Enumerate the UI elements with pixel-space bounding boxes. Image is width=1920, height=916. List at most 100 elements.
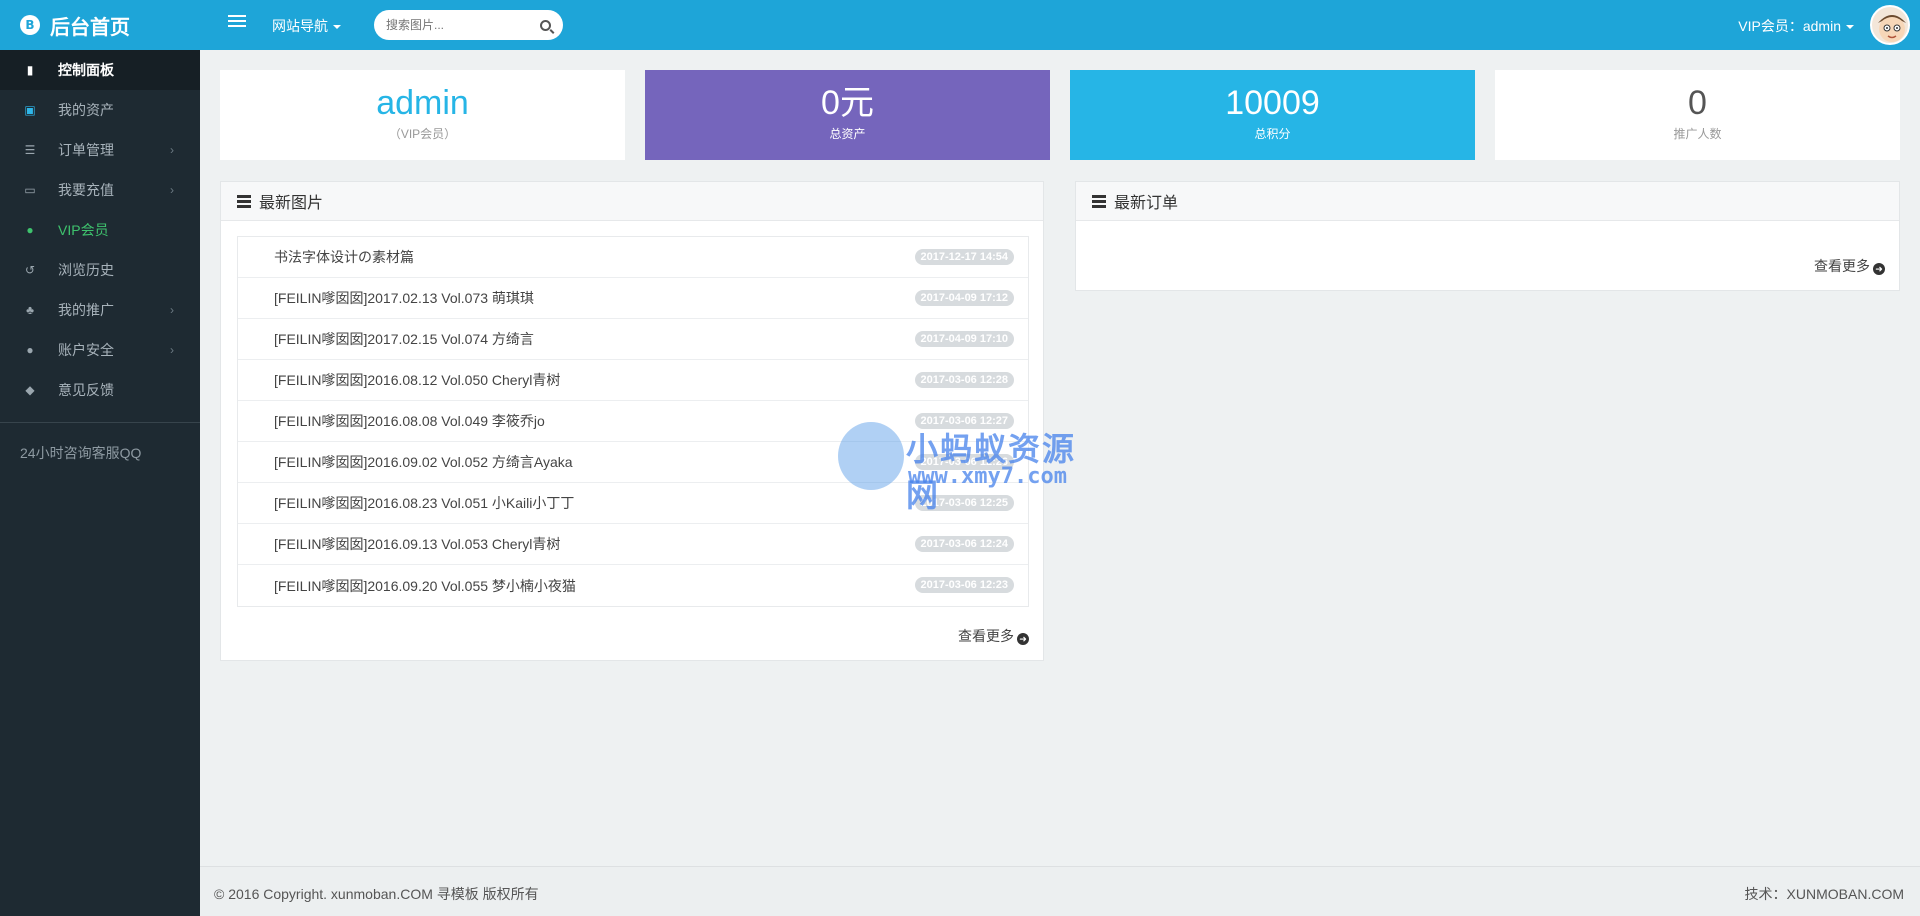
sidebar-item-label: 浏览历史 xyxy=(58,262,114,278)
sidebar-item-label: 我的推广 xyxy=(58,302,114,318)
view-more-link[interactable]: 查看更多 ➜ xyxy=(958,626,1029,646)
footer-tech: 技术：XUNMOBAN.COM xyxy=(1744,886,1904,902)
list-icon xyxy=(237,193,251,210)
stat-card-points: 10009 总积分 xyxy=(1070,70,1475,160)
arrow-circle-right-icon: ➜ xyxy=(1873,263,1885,275)
list-item[interactable]: [FEILIN嗲囡囡]2016.08.12 Vol.050 Cheryl青树 20… xyxy=(238,360,1028,401)
brand-logo[interactable]: B 后台首页 xyxy=(0,0,200,50)
stat-label: 推广人数 xyxy=(1673,127,1722,141)
item-title: [FEILIN嗲囡囡]2016.09.02 Vol.052 方绮言Ayaka xyxy=(274,454,573,470)
qq-support-link[interactable]: 24小时咨询客服QQ xyxy=(0,423,200,463)
user-label: VIP会员：admin xyxy=(1738,18,1841,34)
item-title: [FEILIN嗲囡囡]2016.08.12 Vol.050 Cheryl青树 xyxy=(274,372,561,388)
list-item[interactable]: 书法字体设计の素材篇 2017-12-17 14:54 xyxy=(238,237,1028,278)
list-icon xyxy=(1092,193,1106,210)
footer: © 2016 Copyright. xunmoban.COM 寻模板 版权所有 … xyxy=(200,866,1920,916)
panel-title: 最新订单 xyxy=(1114,195,1179,212)
avatar[interactable] xyxy=(1870,5,1910,45)
stat-label: 总资产 xyxy=(829,127,866,141)
sidebar-item-label: 我要充值 xyxy=(58,182,114,198)
list-item[interactable]: [FEILIN嗲囡囡]2016.09.02 Vol.052 方绮言Ayaka 20… xyxy=(238,442,1028,483)
sidebar-item-label: VIP会员 xyxy=(58,222,109,238)
image-list: 书法字体设计の素材篇 2017-12-17 14:54 [FEILIN嗲囡囡]20… xyxy=(237,236,1029,607)
time-badge: 2017-03-06 12:23 xyxy=(914,577,1014,593)
sidebar-item-promotion[interactable]: ♣ 我的推广 › xyxy=(0,290,200,330)
panel-header: 最新订单 xyxy=(1076,182,1899,221)
stat-label: 总积分 xyxy=(1254,127,1291,141)
sidebar-item-feedback[interactable]: ◆ 意见反馈 xyxy=(0,370,200,410)
sidebar: B 后台首页 ▮ 控制面板 ▣ 我的资产 ☰ 订单管理 › ▭ 我要充值 › ●… xyxy=(0,0,200,916)
time-badge: 2017-03-06 12:27 xyxy=(914,413,1014,429)
chevron-right-icon: › xyxy=(170,143,174,157)
time-badge: 2017-04-09 17:10 xyxy=(914,331,1014,347)
money-icon: ▣ xyxy=(24,103,36,117)
brand-title: 后台首页 xyxy=(50,14,130,39)
item-title: [FEILIN嗲囡囡]2016.09.13 Vol.053 Cheryl青树 xyxy=(274,536,561,552)
sidebar-item-recharge[interactable]: ▭ 我要充值 › xyxy=(0,170,200,210)
user-icon: ● xyxy=(26,223,34,237)
list-item[interactable]: [FEILIN嗲囡囡]2016.08.23 Vol.051 小Kaili小丁丁 2… xyxy=(238,483,1028,524)
caret-down-icon xyxy=(333,25,341,30)
stat-card-assets: 0元 总资产 xyxy=(645,70,1050,160)
latest-images-panel: 最新图片 书法字体设计の素材篇 2017-12-17 14:54 [FEILIN嗲… xyxy=(220,181,1044,661)
stat-value: 10009 xyxy=(1225,84,1320,122)
item-title: 书法字体设计の素材篇 xyxy=(274,249,414,265)
sidebar-nav: ▮ 控制面板 ▣ 我的资产 ☰ 订单管理 › ▭ 我要充值 › ● VIP会员 … xyxy=(0,50,200,410)
list-item[interactable]: [FEILIN嗲囡囡]2016.08.08 Vol.049 李筱乔jo 2017-… xyxy=(238,401,1028,442)
users-icon: ♣ xyxy=(26,303,34,317)
footer-copyright: © 2016 Copyright. xunmoban.COM 寻模板 版权所有 xyxy=(214,886,539,902)
history-icon: ↺ xyxy=(24,263,36,277)
site-nav-label: 网站导航 xyxy=(272,18,328,34)
sidebar-item-security[interactable]: ● 账户安全 › xyxy=(0,330,200,370)
stat-value: 0元 xyxy=(821,84,874,122)
user-menu[interactable]: VIP会员：admin xyxy=(1738,16,1854,36)
sidebar-item-orders[interactable]: ☰ 订单管理 › xyxy=(0,130,200,170)
chevron-right-icon: › xyxy=(170,183,174,197)
credit-card-icon: ▭ xyxy=(24,183,36,197)
stat-card-user: admin （VIP会员） xyxy=(220,70,625,160)
comment-icon: ◆ xyxy=(25,383,35,397)
search-icon[interactable] xyxy=(540,19,551,31)
stat-card-referrals: 0 推广人数 xyxy=(1495,70,1900,160)
top-bar: 网站导航 VIP会员：admin xyxy=(200,0,1920,50)
sidebar-item-label: 我的资产 xyxy=(58,102,114,118)
time-badge: 2017-12-17 14:54 xyxy=(914,249,1014,265)
bar-chart-icon: ▮ xyxy=(26,63,34,77)
sidebar-item-history[interactable]: ↺ 浏览历史 xyxy=(0,250,200,290)
view-more-label: 查看更多 xyxy=(958,628,1014,644)
site-nav-dropdown[interactable]: 网站导航 xyxy=(272,16,341,36)
sidebar-item-label: 订单管理 xyxy=(58,142,114,158)
item-title: [FEILIN嗲囡囡]2016.09.20 Vol.055 梦小楠小夜猫 xyxy=(274,577,576,594)
user-icon: ● xyxy=(26,343,34,357)
sidebar-item-vip[interactable]: ● VIP会员 xyxy=(0,210,200,250)
search-input[interactable] xyxy=(386,18,536,32)
time-badge: 2017-03-06 12:28 xyxy=(914,372,1014,388)
menu-toggle-icon[interactable] xyxy=(228,15,246,33)
arrow-circle-right-icon: ➜ xyxy=(1017,633,1029,645)
view-more-link[interactable]: 查看更多 ➜ xyxy=(1814,256,1885,276)
sidebar-item-dashboard[interactable]: ▮ 控制面板 xyxy=(0,50,200,90)
stat-value: admin xyxy=(376,84,469,122)
view-more-label: 查看更多 xyxy=(1814,258,1870,274)
bitcoin-icon: B xyxy=(20,15,40,35)
chevron-right-icon: › xyxy=(170,343,174,357)
item-title: [FEILIN嗲囡囡]2017.02.15 Vol.074 方绮言 xyxy=(274,331,534,347)
time-badge: 2017-03-06 12:25 xyxy=(914,495,1014,511)
stat-label: （VIP会员） xyxy=(388,127,457,141)
stat-value: 0 xyxy=(1688,84,1707,122)
sidebar-item-label: 账户安全 xyxy=(58,342,114,358)
latest-orders-panel: 最新订单 查看更多 ➜ xyxy=(1075,181,1900,291)
chevron-right-icon: › xyxy=(170,303,174,317)
item-title: [FEILIN嗲囡囡]2016.08.23 Vol.051 小Kaili小丁丁 xyxy=(274,495,575,511)
item-title: [FEILIN嗲囡囡]2016.08.08 Vol.049 李筱乔jo xyxy=(274,413,545,429)
list-icon: ☰ xyxy=(24,143,36,157)
item-title: [FEILIN嗲囡囡]2017.02.13 Vol.073 萌琪琪 xyxy=(274,290,534,306)
sidebar-item-assets[interactable]: ▣ 我的资产 xyxy=(0,90,200,130)
sidebar-item-label: 意见反馈 xyxy=(58,382,114,398)
caret-down-icon xyxy=(1846,25,1854,30)
list-item[interactable]: [FEILIN嗲囡囡]2017.02.13 Vol.073 萌琪琪 2017-04… xyxy=(238,278,1028,319)
search-box xyxy=(374,10,563,40)
list-item[interactable]: [FEILIN嗲囡囡]2016.09.20 Vol.055 梦小楠小夜猫 2017… xyxy=(238,565,1028,606)
list-item[interactable]: [FEILIN嗲囡囡]2016.09.13 Vol.053 Cheryl青树 20… xyxy=(238,524,1028,565)
list-item[interactable]: [FEILIN嗲囡囡]2017.02.15 Vol.074 方绮言 2017-04… xyxy=(238,319,1028,360)
